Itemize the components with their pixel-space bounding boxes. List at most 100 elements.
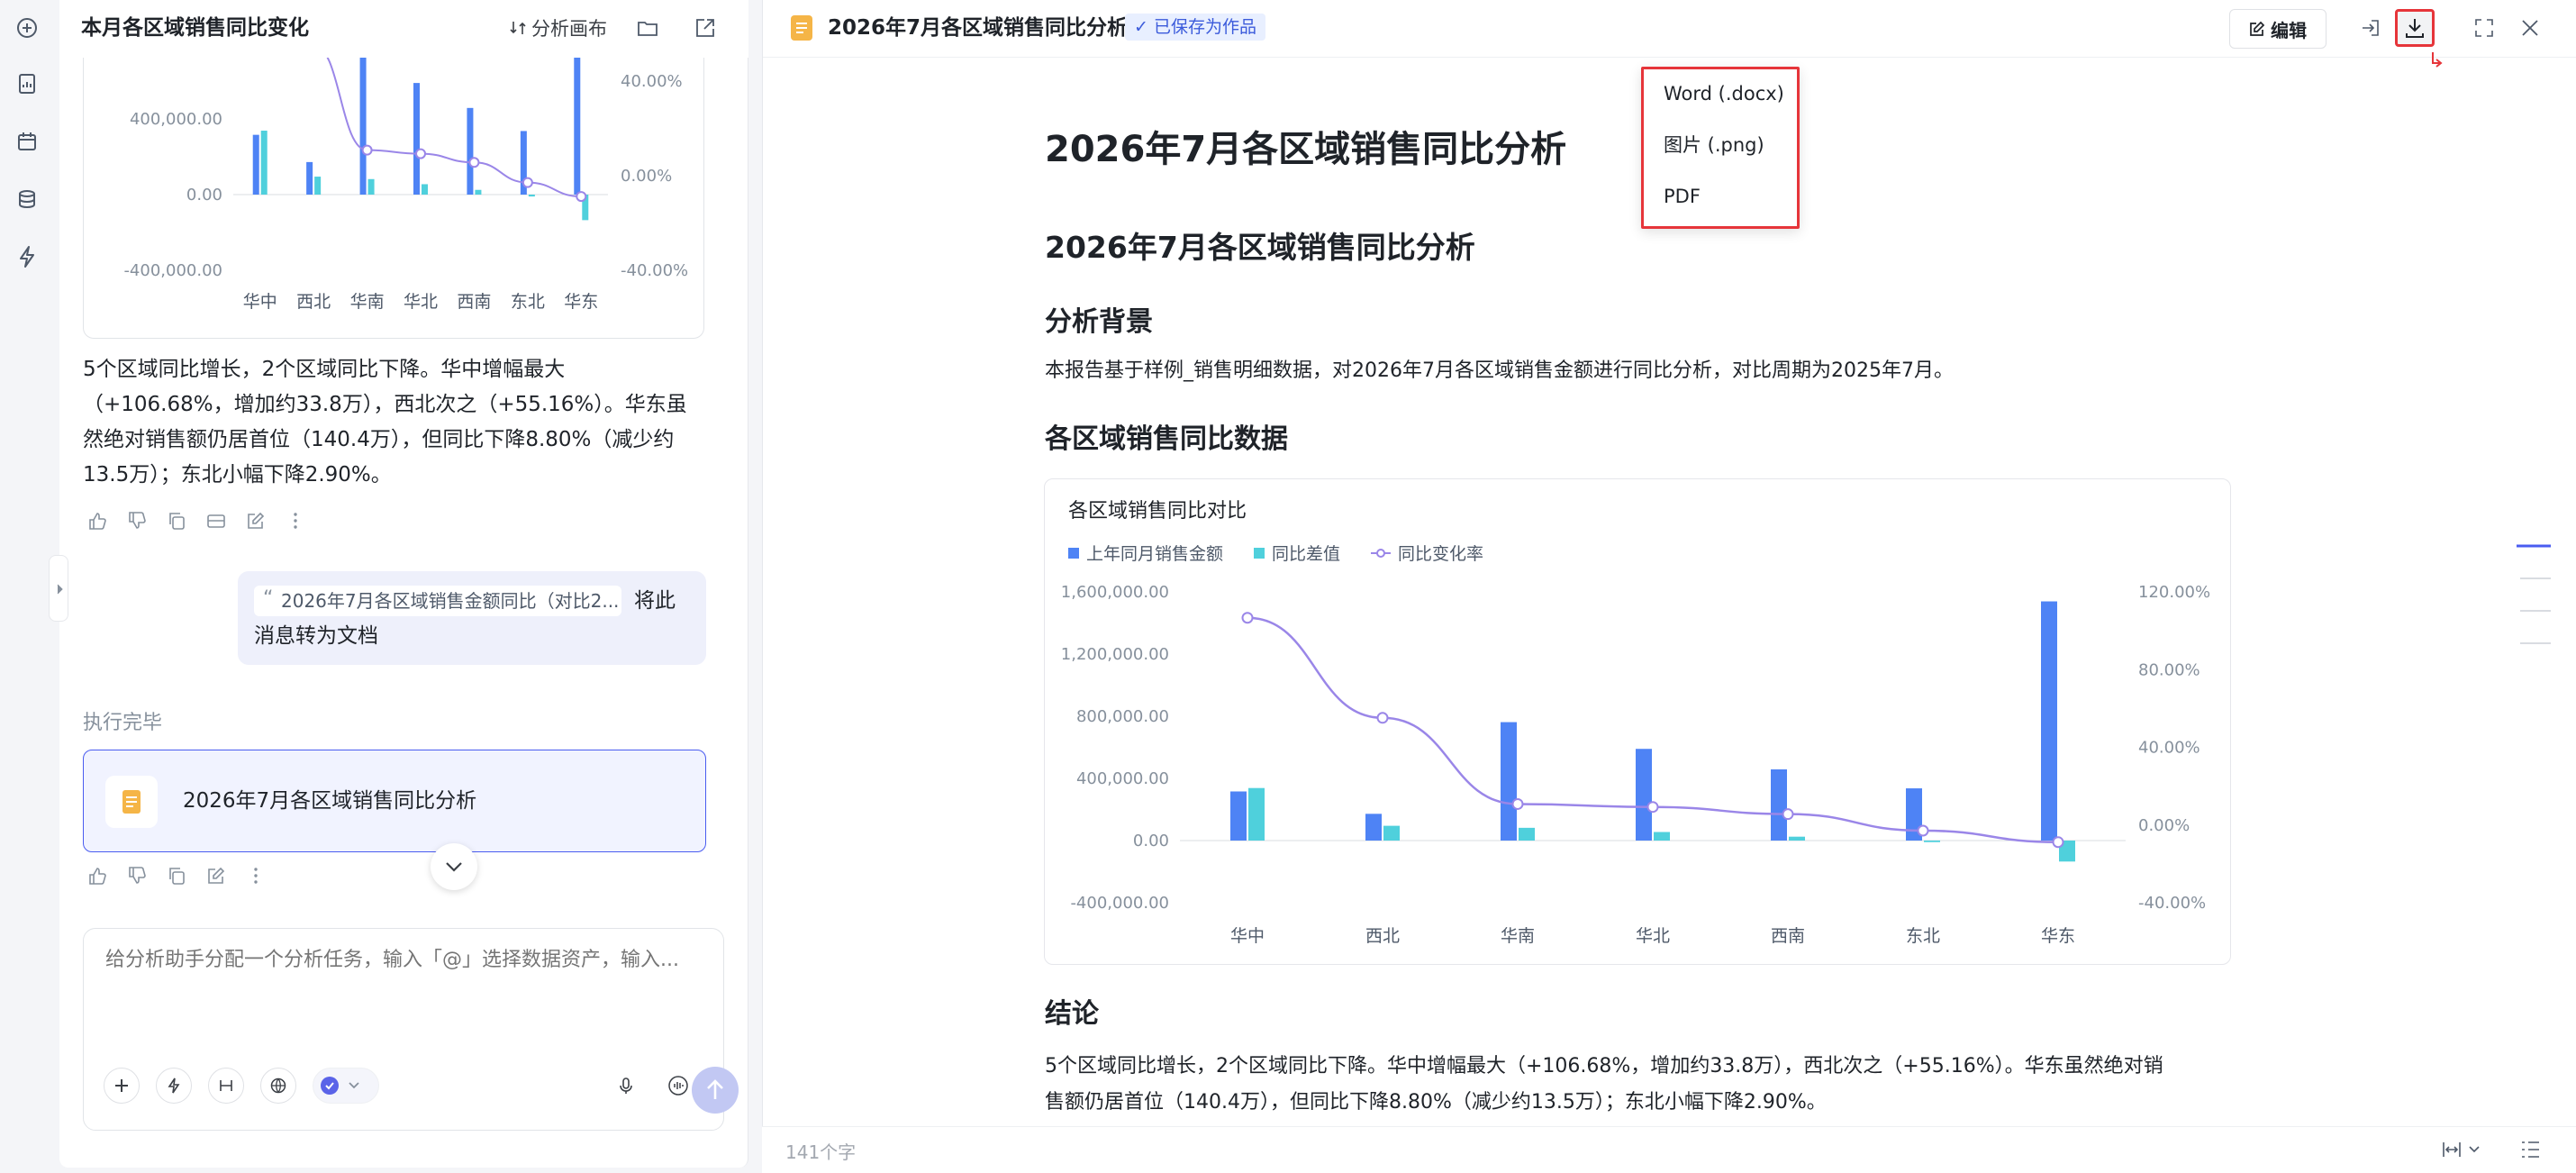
y-left-tick: 800,000.00 <box>1076 707 1169 726</box>
execution-status: 执行完毕 <box>83 712 163 734</box>
bar-prev-year <box>413 83 420 195</box>
x-tick-label: 华北 <box>1636 926 1670 946</box>
y-left-tick: 1,600,000.00 <box>1061 583 1169 602</box>
generated-doc-card[interactable]: 2026年7月各区域销售同比分析 <box>83 750 706 852</box>
rate-point <box>1376 712 1389 724</box>
new-chat-icon[interactable] <box>14 14 41 41</box>
bar-diff <box>260 131 268 195</box>
bar-diff <box>528 195 535 197</box>
quoted-message-chip[interactable]: “2026年7月各区域销售金额同比（对比2... <box>254 586 621 616</box>
edit-icon[interactable] <box>196 859 236 892</box>
open-external-icon[interactable] <box>694 16 717 40</box>
y-left-tick: 0.00 <box>1133 832 1169 850</box>
web-search-button[interactable] <box>260 1068 296 1104</box>
x-tick-label: 西南 <box>1771 926 1805 946</box>
rate-point <box>1917 824 1929 837</box>
width-toggle-icon[interactable] <box>2441 1138 2488 1161</box>
bar-diff <box>1654 832 1670 841</box>
scroll-to-bottom-button[interactable] <box>431 843 477 890</box>
chart-card: 各区域销售同比对比 上年同月销售金额 同比差值 同比变化率 1,600,000.… <box>1044 478 2231 965</box>
swap-icon <box>510 22 526 34</box>
close-button[interactable] <box>2515 13 2545 43</box>
skill-button[interactable] <box>156 1068 192 1104</box>
download-icon <box>2406 19 2424 38</box>
collapse-handle[interactable] <box>49 555 68 622</box>
chat-title: 本月各区域销售同比变化 <box>81 16 309 40</box>
y-left-tick: 0.00 <box>186 186 222 205</box>
thumbs-up-icon[interactable] <box>77 859 117 892</box>
voice-button[interactable] <box>660 1068 696 1104</box>
model-select[interactable] <box>313 1068 379 1104</box>
edit-button-label: 编辑 <box>2271 19 2307 41</box>
y-right-tick: -40.00% <box>621 261 688 280</box>
composer <box>83 928 724 1131</box>
tools-button[interactable] <box>208 1068 244 1104</box>
fullscreen-button[interactable] <box>2469 13 2499 43</box>
composer-input[interactable] <box>105 945 700 976</box>
rate-point <box>415 148 426 159</box>
bar-diff <box>1383 825 1400 841</box>
document-footer: 141个字 <box>762 1126 2576 1173</box>
microphone-button[interactable] <box>608 1068 644 1104</box>
analysis-canvas-label: 分析画布 <box>531 18 607 40</box>
bar-diff <box>475 189 482 195</box>
export-pdf-item[interactable]: PDF <box>1664 183 1701 210</box>
quoted-message-text: 2026年7月各区域销售金额同比（对比2... <box>281 590 620 612</box>
lightning-icon[interactable] <box>14 243 41 270</box>
close-icon <box>2522 20 2538 36</box>
more-icon[interactable] <box>276 505 315 537</box>
dashboard-icon[interactable] <box>196 505 236 537</box>
outline-toggle-icon[interactable] <box>2518 1138 2542 1161</box>
bar-prev-year <box>359 50 367 196</box>
more-icon[interactable] <box>236 859 276 892</box>
bar-prev-year <box>2041 601 2057 841</box>
report-icon[interactable] <box>14 70 41 97</box>
export-menu: Word (.docx) 图片 (.png) PDF <box>1641 67 1800 229</box>
y-right-tick: 0.00% <box>621 167 672 186</box>
chevron-right-icon <box>57 584 63 595</box>
app-rail <box>0 0 54 1173</box>
thumbs-up-icon[interactable] <box>77 505 117 537</box>
document-icon <box>791 15 812 41</box>
share-button[interactable] <box>2355 13 2386 43</box>
bar-prev-year <box>252 134 259 195</box>
background-text: 本报告基于样例_销售明细数据，对2026年7月各区域销售金额进行同比分析，对比周… <box>1045 359 1954 382</box>
rate-point <box>1646 801 1659 814</box>
y-left-tick: 400,000.00 <box>130 110 222 129</box>
tools-icon <box>220 1080 232 1091</box>
send-button[interactable] <box>692 1067 739 1114</box>
thumbs-down-icon[interactable] <box>117 859 157 892</box>
message-actions <box>77 505 315 537</box>
doc-card-title: 2026年7月各区域销售同比分析 <box>183 789 477 813</box>
bar-diff <box>1519 827 1535 841</box>
lightning-icon <box>168 1078 180 1094</box>
outline-markers[interactable] <box>2517 542 2551 650</box>
y-left-tick: 400,000.00 <box>1076 769 1169 788</box>
database-icon[interactable] <box>14 186 41 213</box>
export-word-item[interactable]: Word (.docx) <box>1664 80 1784 107</box>
x-tick-label: 西北 <box>1365 926 1400 946</box>
edit-button[interactable]: 编辑 <box>2229 9 2327 49</box>
copy-icon[interactable] <box>157 505 196 537</box>
bar-diff <box>314 177 322 195</box>
bar-diff <box>1248 787 1265 841</box>
add-button[interactable] <box>104 1068 140 1104</box>
edit-icon[interactable] <box>236 505 276 537</box>
export-png-item[interactable]: 图片 (.png) <box>1664 132 1764 159</box>
thumbs-down-icon[interactable] <box>117 505 157 537</box>
doc-card-icon-box <box>105 776 158 828</box>
exit-icon <box>2363 20 2379 36</box>
download-button[interactable] <box>2395 9 2435 47</box>
x-tick-label: 华南 <box>1501 926 1535 946</box>
x-tick-label: 华南 <box>350 292 385 312</box>
folder-icon[interactable] <box>636 16 659 40</box>
y-right-tick: 40.00% <box>2138 739 2200 758</box>
pencil-icon <box>2250 21 2265 36</box>
analysis-canvas-button[interactable]: 分析画布 <box>510 13 607 43</box>
section-conclusion-title: 结论 <box>1045 998 1099 1030</box>
rate-point <box>1241 612 1254 624</box>
assistant-summary: 5个区域同比增长，2个区域同比下降。华中增幅最大（+106.68%，增加约33.… <box>83 358 687 486</box>
copy-icon[interactable] <box>157 859 196 892</box>
calendar-icon[interactable] <box>14 128 41 155</box>
x-tick-label: 西南 <box>457 292 491 312</box>
